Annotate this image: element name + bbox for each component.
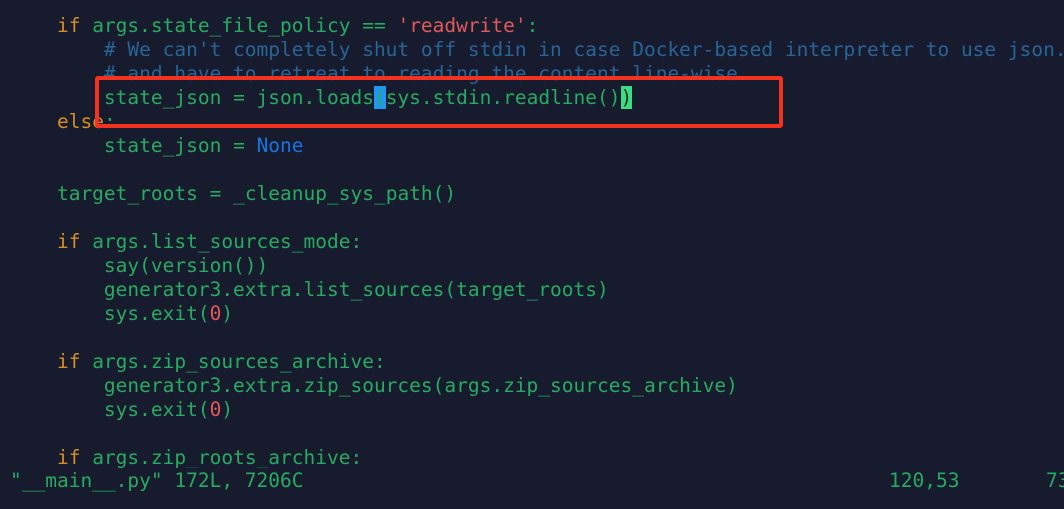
code-editor-buffer[interactable]: if args.state_file_policy == 'readwrite'… <box>0 0 1064 470</box>
line-state-json-none-token-2 <box>245 134 257 157</box>
line-target-roots[interactable]: target_roots = _cleanup_sys_path() <box>0 182 1064 206</box>
line-sys-exit-0-a-token-1: 0 <box>209 302 222 325</box>
line-if-list-sources-mode-token-1: if <box>56 230 81 253</box>
line-if-zip-roots-archive-token-1: if <box>56 446 81 469</box>
line-sys-exit-0-b[interactable]: sys.exit(0) <box>0 398 1064 422</box>
line-comment-linewise[interactable]: # and have to retreat to reading the con… <box>0 62 1064 86</box>
line-target-roots-token-0: target_roots <box>10 182 210 205</box>
line-comment-stdin[interactable]: # We can't completely shut off stdin in … <box>0 38 1064 62</box>
line-if-zip-sources-archive-token-0 <box>10 350 57 373</box>
line-if-zip-roots-archive[interactable]: if args.zip_roots_archive: <box>0 446 1064 470</box>
terminal-window: if args.state_file_policy == 'readwrite'… <box>0 0 1064 509</box>
status-scroll-percent: 73 <box>1046 469 1064 492</box>
line-if-state-file-policy-token-3: == <box>362 14 386 37</box>
line-blank-2[interactable] <box>0 206 1064 230</box>
line-comment-linewise-token-1: # and have to retreat to reading the con… <box>103 62 738 85</box>
line-say-version-token-0: say(version()) <box>10 254 269 277</box>
line-if-state-file-policy-token-2: args.state_file_policy <box>80 14 363 37</box>
line-target-roots-token-1: = <box>209 182 222 205</box>
line-if-zip-sources-archive-token-1: if <box>56 350 81 373</box>
line-else-token-1: else <box>56 110 104 133</box>
line-blank-3[interactable] <box>0 326 1064 350</box>
line-sys-exit-0-a[interactable]: sys.exit(0) <box>0 302 1064 326</box>
line-target-roots-token-2: _cleanup_sys_path() <box>221 182 457 205</box>
status-filename: "__main__.py" 172L, 7206C <box>10 469 304 492</box>
line-if-list-sources-mode-token-0 <box>10 230 57 253</box>
line-blank-4[interactable] <box>0 422 1064 446</box>
line-list-sources-token-0: generator3.extra.list_sources(target_roo… <box>10 278 609 301</box>
line-comment-linewise-token-0 <box>10 62 104 85</box>
line-state-json-none-token-1: = <box>233 134 245 157</box>
line-state-json-none[interactable]: state_json = None <box>0 134 1064 158</box>
line-if-zip-sources-archive[interactable]: if args.zip_sources_archive: <box>0 350 1064 374</box>
line-sys-exit-0-b-token-2: ) <box>221 398 234 421</box>
line-if-state-file-policy-token-1: if <box>56 14 81 37</box>
line-state-json-loads-token-0: state_json <box>10 86 234 109</box>
line-state-json-none-token-0: state_json <box>10 134 234 157</box>
line-state-json-loads[interactable]: state_json = json.loads(sys.stdin.readli… <box>0 86 1064 110</box>
line-sys-exit-0-a-token-2: ) <box>221 302 234 325</box>
line-else-token-0 <box>10 110 57 133</box>
line-if-state-file-policy-token-6: : <box>526 14 539 37</box>
line-if-state-file-policy-token-0 <box>10 14 57 37</box>
vim-status-line: "__main__.py" 172L, 7206C 120,53 73 <box>0 468 1064 509</box>
line-if-zip-sources-archive-token-2: args.zip_sources_archive: <box>80 350 386 373</box>
line-state-json-loads-token-2: json.loads <box>244 86 374 109</box>
line-if-zip-roots-archive-token-0 <box>10 446 57 469</box>
line-if-state-file-policy[interactable]: if args.state_file_policy == 'readwrite'… <box>0 14 1064 38</box>
line-if-list-sources-mode[interactable]: if args.list_sources_mode: <box>0 230 1064 254</box>
line-zip-sources[interactable]: generator3.extra.zip_sources(args.zip_so… <box>0 374 1064 398</box>
line-sys-exit-0-b-token-1: 0 <box>209 398 222 421</box>
line-say-version[interactable]: say(version()) <box>0 254 1064 278</box>
line-else-token-2: : <box>103 110 116 133</box>
line-sys-exit-0-b-token-0: sys.exit( <box>10 398 210 421</box>
line-if-list-sources-mode-token-2: args.list_sources_mode: <box>80 230 363 253</box>
status-cursor-position: 120,53 <box>889 469 960 492</box>
line-state-json-loads-token-1: = <box>233 86 245 109</box>
line-state-json-loads-token-4: sys.stdin.readline() <box>385 86 621 109</box>
line-else[interactable]: else: <box>0 110 1064 134</box>
status-row: "__main__.py" 172L, 7206C 120,53 73 <box>0 468 1064 494</box>
line-zip-sources-token-0: generator3.extra.zip_sources(args.zip_so… <box>10 374 738 397</box>
line-if-zip-roots-archive-token-2: args.zip_roots_archive: <box>80 446 363 469</box>
line-if-state-file-policy-token-5: 'readwrite' <box>397 14 527 37</box>
line-blank-1[interactable] <box>0 158 1064 182</box>
line-if-state-file-policy-token-4 <box>386 14 398 37</box>
line-comment-stdin-token-0 <box>10 38 104 61</box>
line-state-json-loads-token-3: ( <box>373 86 386 109</box>
line-comment-stdin-token-1: # We can't completely shut off stdin in … <box>103 38 1064 61</box>
line-list-sources[interactable]: generator3.extra.list_sources(target_roo… <box>0 278 1064 302</box>
line-sys-exit-0-a-token-0: sys.exit( <box>10 302 210 325</box>
line-state-json-loads-token-5: ) <box>620 86 633 109</box>
line-state-json-none-token-3: None <box>256 134 304 157</box>
